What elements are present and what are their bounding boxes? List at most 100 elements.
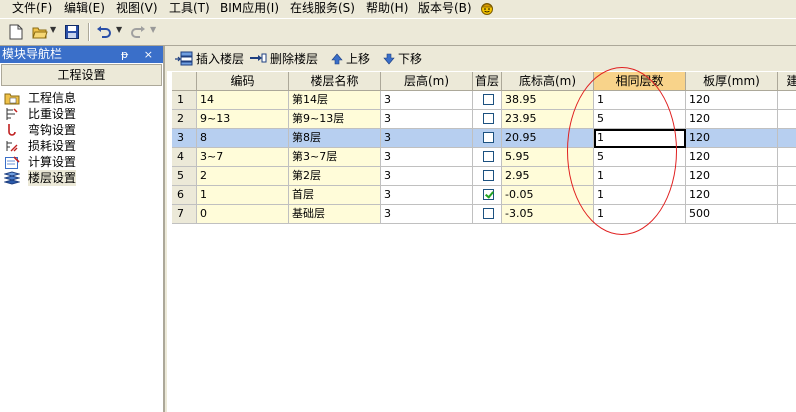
cell-floor-height[interactable]: 3 [381,148,473,167]
table-row[interactable]: 6 1 首层 3 -0.05 1 120 [172,186,796,205]
cell-slab-thickness[interactable]: 120 [686,110,778,129]
col-header-floor-name[interactable]: 楼层名称 [289,72,381,91]
cell-floor-height[interactable]: 3 [381,129,473,148]
first-floor-checkbox[interactable] [483,113,494,124]
move-down-button[interactable]: 下移 [383,50,422,67]
menu-file[interactable]: 文件(F) [12,1,52,16]
cell-base-elevation[interactable]: 20.95 [502,129,594,148]
cell-same-count[interactable]: 5 [594,110,686,129]
cell-floor-name[interactable]: 第3~7层 [289,148,381,167]
table-row[interactable]: 7 0 基础层 3 -3.05 1 500 [172,205,796,224]
cell-base-elevation[interactable]: -3.05 [502,205,594,224]
table-row[interactable]: 4 3~7 第3~7层 3 5.95 5 120 [172,148,796,167]
cell-slab-thickness[interactable]: 120 [686,129,778,148]
open-dropdown-icon[interactable]: ▼ [50,25,56,34]
cell-more[interactable] [778,91,796,110]
nav-item-calc[interactable]: 计算设置 [4,154,76,170]
cell-base-elevation[interactable]: 38.95 [502,91,594,110]
cell-code[interactable]: 1 [197,186,289,205]
cell-code[interactable]: 0 [197,205,289,224]
cell-same-count[interactable]: 1 [594,205,686,224]
cell-more[interactable] [778,110,796,129]
col-header-code[interactable]: 编码 [197,72,289,91]
cell-code[interactable]: 9~13 [197,110,289,129]
cell-floor-name[interactable]: 第2层 [289,167,381,186]
table-row[interactable]: 2 9~13 第9~13层 3 23.95 5 120 [172,110,796,129]
delete-floor-button[interactable]: 删除楼层 [249,50,318,67]
table-row-selected[interactable]: 3 8 第8层 3 20.95 1 120 [172,129,796,148]
cell-floor-name[interactable]: 第8层 [289,129,381,148]
cell-floor-height[interactable]: 3 [381,205,473,224]
smiley-helmet-icon[interactable] [480,1,496,16]
cell-same-count[interactable]: 1 [594,167,686,186]
menu-edit[interactable]: 编辑(E) [64,1,105,16]
cell-more[interactable] [778,167,796,186]
cell-more[interactable] [778,186,796,205]
cell-first-floor[interactable] [473,110,502,129]
cell-first-floor[interactable] [473,167,502,186]
cell-floor-name[interactable]: 第14层 [289,91,381,110]
open-folder-icon[interactable] [30,22,50,42]
nav-item-weight[interactable]: 比重设置 [4,106,76,122]
first-floor-checkbox[interactable] [483,151,494,162]
cell-floor-name[interactable]: 首层 [289,186,381,205]
close-icon[interactable]: × [144,48,159,61]
cell-code[interactable]: 2 [197,167,289,186]
cell-floor-height[interactable]: 3 [381,167,473,186]
col-header-first-floor[interactable]: 首层 [473,72,502,91]
cell-slab-thickness[interactable]: 500 [686,205,778,224]
cell-more[interactable] [778,129,796,148]
cell-base-elevation[interactable]: 5.95 [502,148,594,167]
undo-icon[interactable] [94,22,114,42]
cell-floor-height[interactable]: 3 [381,186,473,205]
nav-item-hook[interactable]: 弯钩设置 [4,122,76,138]
menu-bim[interactable]: BIM应用(I) [220,1,279,16]
first-floor-checkbox[interactable] [483,132,494,143]
cell-first-floor[interactable] [473,91,502,110]
first-floor-checkbox[interactable] [483,170,494,181]
nav-item-loss[interactable]: 损耗设置 [4,138,76,154]
cell-code[interactable]: 3~7 [197,148,289,167]
menu-help[interactable]: 帮助(H) [366,1,408,16]
undo-dropdown-icon[interactable]: ▼ [116,25,122,34]
cell-floor-height[interactable]: 3 [381,91,473,110]
pin-icon[interactable]: ᵽ [121,48,134,61]
save-disk-icon[interactable] [62,22,82,42]
cell-slab-thickness[interactable]: 120 [686,91,778,110]
table-row[interactable]: 5 2 第2层 3 2.95 1 120 [172,167,796,186]
insert-floor-button[interactable]: 插入楼层 [175,50,244,67]
col-header-slab-thickness[interactable]: 板厚(mm) [686,72,778,91]
menu-tools[interactable]: 工具(T) [169,1,210,16]
cell-more[interactable] [778,205,796,224]
cell-first-floor[interactable] [473,148,502,167]
cell-floor-name[interactable]: 基础层 [289,205,381,224]
nav-item-project-info[interactable]: 工程信息 [4,90,76,106]
table-row[interactable]: 1 14 第14层 3 38.95 1 120 [172,91,796,110]
new-file-icon[interactable] [6,22,26,42]
cell-same-count[interactable]: 1 [594,91,686,110]
nav-section-header[interactable]: 工程设置 [1,64,162,86]
col-header-base-elevation[interactable]: 底标高(m) [502,72,594,91]
cell-base-elevation[interactable]: 2.95 [502,167,594,186]
cell-first-floor[interactable] [473,205,502,224]
cell-same-count-editing[interactable]: 1 [594,129,686,148]
cell-slab-thickness[interactable]: 120 [686,186,778,205]
first-floor-checkbox[interactable] [483,94,494,105]
cell-slab-thickness[interactable]: 120 [686,167,778,186]
cell-code[interactable]: 14 [197,91,289,110]
menu-version[interactable]: 版本号(B) [418,1,472,16]
col-header-floor-height[interactable]: 层高(m) [381,72,473,91]
cell-base-elevation[interactable]: -0.05 [502,186,594,205]
menu-view[interactable]: 视图(V) [116,1,158,16]
move-up-button[interactable]: 上移 [331,50,370,67]
cell-same-count[interactable]: 5 [594,148,686,167]
col-header-more[interactable]: 建 [778,72,796,91]
cell-first-floor[interactable] [473,186,502,205]
menu-online[interactable]: 在线服务(S) [290,1,355,16]
cell-slab-thickness[interactable]: 120 [686,148,778,167]
cell-more[interactable] [778,148,796,167]
cell-first-floor[interactable] [473,129,502,148]
cell-floor-name[interactable]: 第9~13层 [289,110,381,129]
nav-item-floor[interactable]: 楼层设置 [4,170,77,186]
cell-same-count[interactable]: 1 [594,186,686,205]
